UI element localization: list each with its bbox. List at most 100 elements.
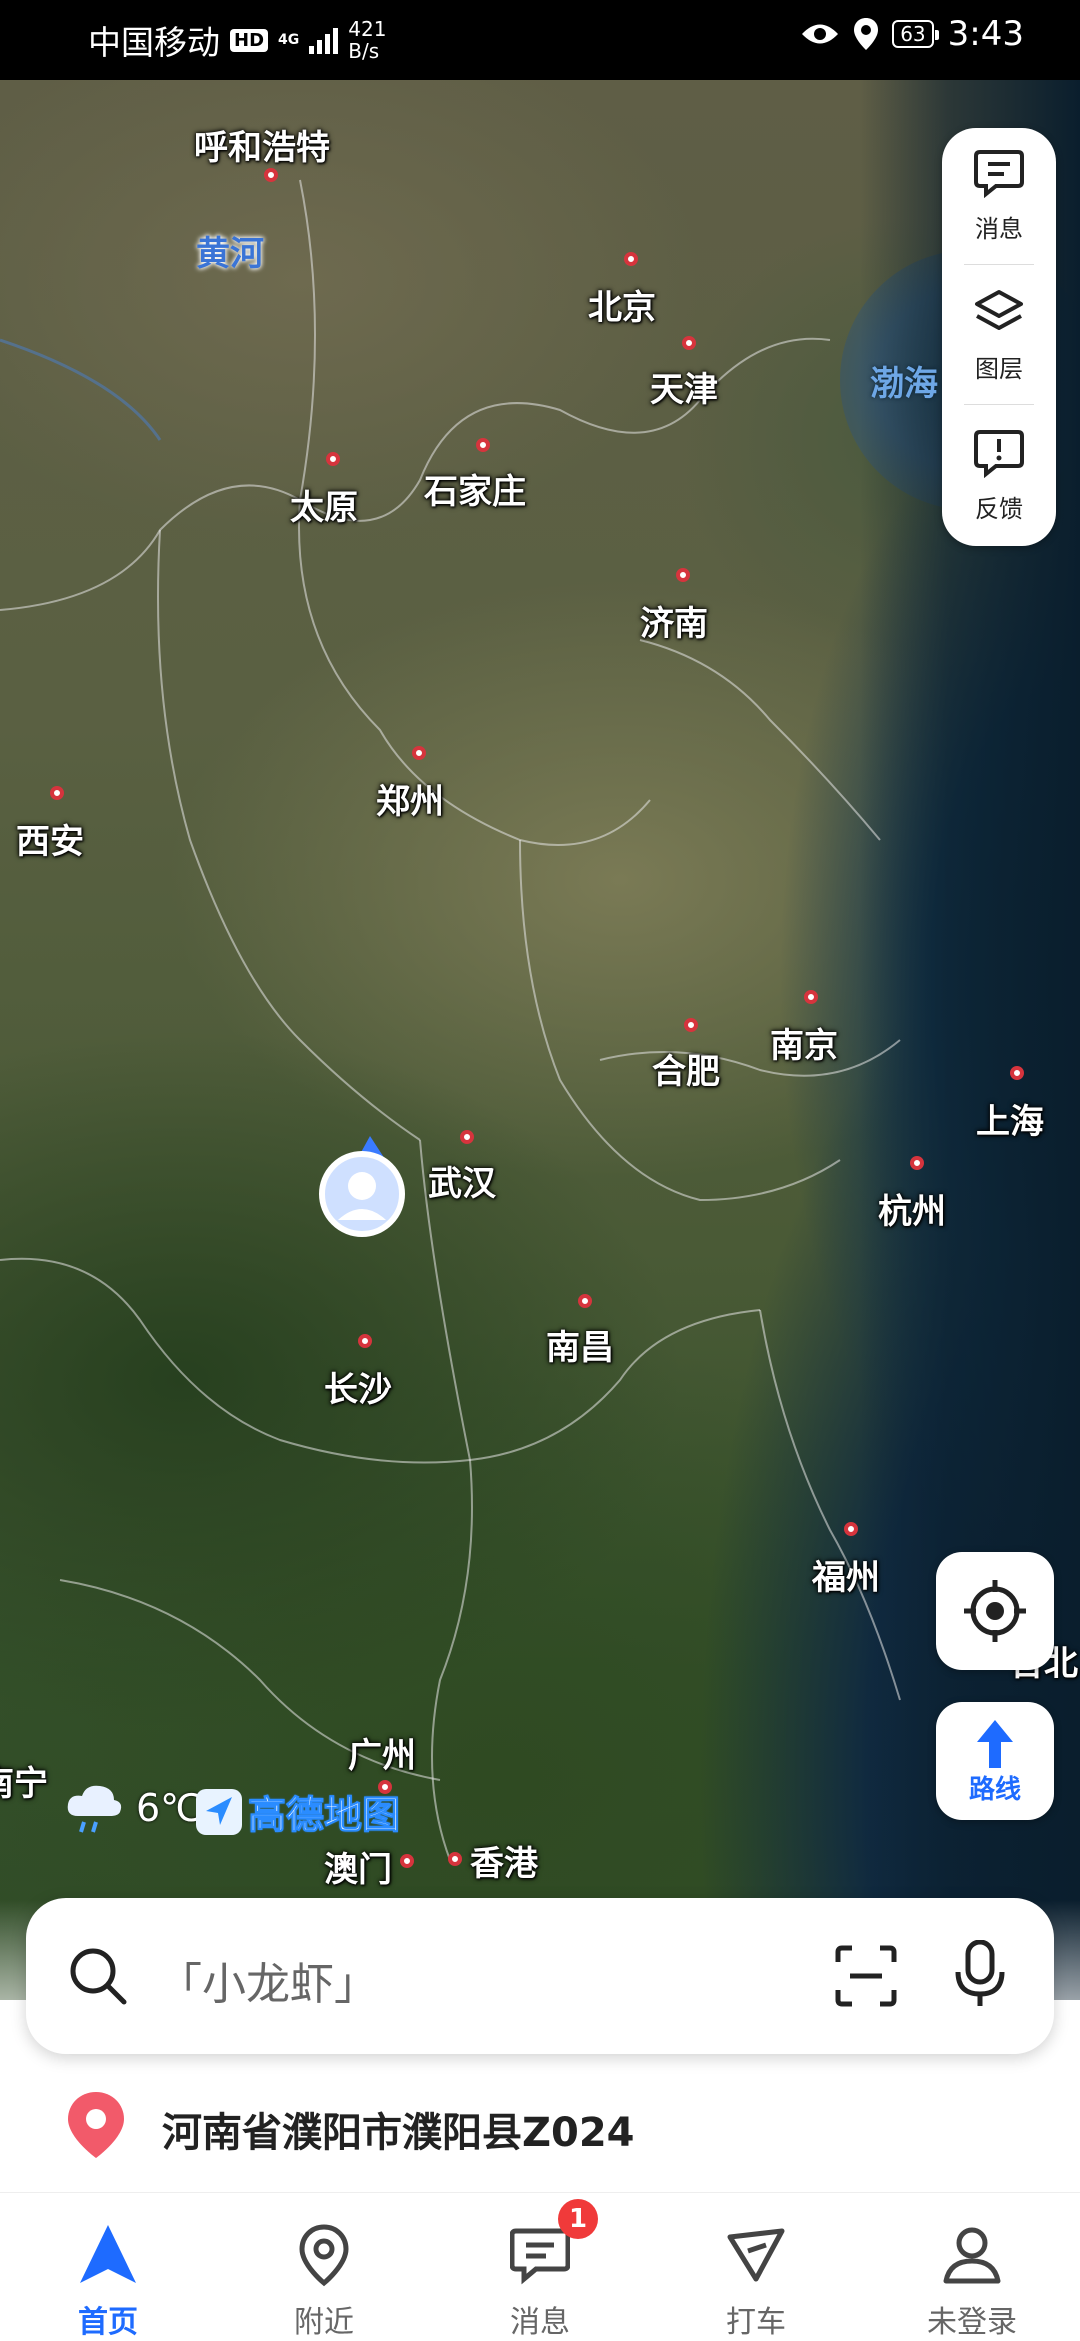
status-left: 中国移动 HD 4G 421 B/s (88, 16, 386, 64)
brand-name: 高德地图 (247, 1793, 401, 1838)
eye-icon (802, 24, 839, 44)
current-location-avatar-icon[interactable] (318, 1136, 408, 1246)
feedback-button[interactable]: 反馈 (942, 408, 1056, 538)
city-label[interactable]: 杭州 (878, 1156, 946, 1233)
user-icon (943, 2227, 1001, 2284)
city-name: 北京 (588, 288, 656, 328)
river-label: 黄河 (196, 234, 264, 274)
map-control-panel: 消息 图层 反馈 (942, 128, 1056, 546)
tab-nearby[interactable]: 附近 (216, 2193, 432, 2341)
battery-icon: 63 (892, 20, 940, 48)
city-label[interactable]: 郑州 (376, 746, 444, 823)
city-dot (682, 336, 696, 350)
city-name: 广州 (348, 1736, 416, 1776)
network-speed: 421 B/s (348, 18, 386, 62)
city-name: 太原 (290, 488, 358, 528)
city-label[interactable]: 长沙 (324, 1334, 392, 1411)
crosshair-icon (964, 1580, 1026, 1642)
city-name: 南昌 (546, 1328, 614, 1368)
message-icon (510, 2228, 570, 2285)
temperature: 6℃ (136, 1786, 203, 1830)
messages-label: 消息 (975, 215, 1023, 243)
locate-me-button[interactable] (936, 1552, 1054, 1670)
tab-home[interactable]: 首页 (0, 2193, 216, 2341)
search-bar[interactable]: 「小龙虾」 (26, 1898, 1054, 2054)
microphone-icon[interactable] (950, 1940, 1010, 2010)
city-label[interactable]: 上海 (976, 1066, 1044, 1143)
city-label[interactable]: 香港 (448, 1836, 538, 1885)
city-label[interactable]: 合肥 (652, 1018, 720, 1093)
city-name: 武汉 (428, 1164, 496, 1204)
city-label[interactable]: 济南 (640, 568, 708, 645)
layers-button[interactable]: 图层 (942, 268, 1056, 398)
tab-label: 打车 (726, 2305, 786, 2340)
tab-label: 首页 (78, 2305, 138, 2340)
route-arrow-icon (977, 1720, 1013, 1768)
city-dot (326, 452, 340, 466)
navigation-arrow-icon (80, 2225, 136, 2283)
city-name: 石家庄 (424, 472, 526, 512)
city-label[interactable]: 呼和浩特 (194, 120, 330, 182)
city-dot (844, 1522, 858, 1536)
city-dot (448, 1852, 462, 1866)
city-name: 上海 (976, 1102, 1044, 1142)
city-label-partial[interactable]: 南宁 (0, 1756, 48, 1805)
city-label[interactable]: 福州 (812, 1522, 880, 1599)
city-name: 南京 (770, 1026, 838, 1066)
city-label[interactable]: 石家庄 (424, 438, 526, 513)
layers-icon (975, 290, 1023, 330)
bottom-tab-bar: 首页 附近 1 消息 打车 未登录 (0, 2192, 1080, 2341)
city-dot (910, 1156, 924, 1170)
city-name: 长沙 (324, 1370, 392, 1410)
weather-widget[interactable]: 6℃ (64, 1782, 203, 1834)
message-icon (974, 150, 1024, 198)
city-dot (1010, 1066, 1024, 1080)
city-dot (684, 1018, 698, 1032)
city-label[interactable]: 广州 (348, 1728, 416, 1794)
current-address-row[interactable]: 河南省濮阳市濮阳县Z024 (0, 2076, 1080, 2176)
route-label: 路线 (968, 1775, 1021, 1805)
city-dot (578, 1294, 592, 1308)
current-address: 河南省濮阳市濮阳县Z024 (162, 2110, 635, 2156)
location-pin-icon (68, 2092, 124, 2158)
tab-label: 附近 (294, 2305, 354, 2340)
satellite-map[interactable]: 呼和浩特 北京 天津 太原 石家庄 济南 郑州 西安 合肥 南京 上海 武汉 杭… (0, 80, 1080, 2200)
speed-value: 421 (348, 17, 387, 41)
city-label[interactable]: 武汉 (428, 1130, 496, 1205)
tab-messages[interactable]: 1 消息 (432, 2193, 648, 2341)
carrier-name: 中国移动 (88, 23, 220, 62)
feedback-label: 反馈 (975, 495, 1023, 523)
location-icon (854, 18, 879, 50)
amap-logo: 高德地图 (196, 1784, 401, 1839)
hd-badge: HD (230, 28, 269, 52)
city-dot (400, 1854, 414, 1868)
city-label[interactable]: 天津 (650, 336, 718, 411)
city-label[interactable]: 西安 (16, 786, 84, 863)
city-name: 澳门 (324, 1850, 392, 1890)
city-dot (264, 168, 278, 182)
divider (964, 404, 1034, 405)
city-label[interactable]: 南昌 (546, 1294, 614, 1369)
search-icon (70, 1948, 127, 2005)
tab-profile[interactable]: 未登录 (864, 2193, 1080, 2341)
city-dot (460, 1130, 474, 1144)
route-button[interactable]: 路线 (936, 1702, 1054, 1820)
city-name: 福州 (812, 1558, 880, 1598)
messages-button[interactable]: 消息 (942, 128, 1056, 258)
scan-icon[interactable] (834, 1944, 898, 2008)
tab-label: 未登录 (927, 2305, 1017, 2340)
city-label[interactable]: 南京 (770, 990, 838, 1067)
tab-taxi[interactable]: 打车 (648, 2193, 864, 2341)
city-name: 香港 (470, 1844, 538, 1884)
city-name: 西安 (16, 822, 84, 862)
rain-cloud-icon (67, 1785, 122, 1833)
unread-badge: 1 (558, 2199, 598, 2239)
city-label[interactable]: 太原 (290, 452, 358, 529)
city-name: 合肥 (652, 1052, 720, 1092)
layers-label: 图层 (975, 355, 1023, 383)
city-dot (358, 1334, 372, 1348)
city-dot (412, 746, 426, 760)
city-label[interactable]: 北京 (588, 252, 656, 329)
city-dot (804, 990, 818, 1004)
city-label[interactable]: 澳门 (324, 1842, 414, 1891)
